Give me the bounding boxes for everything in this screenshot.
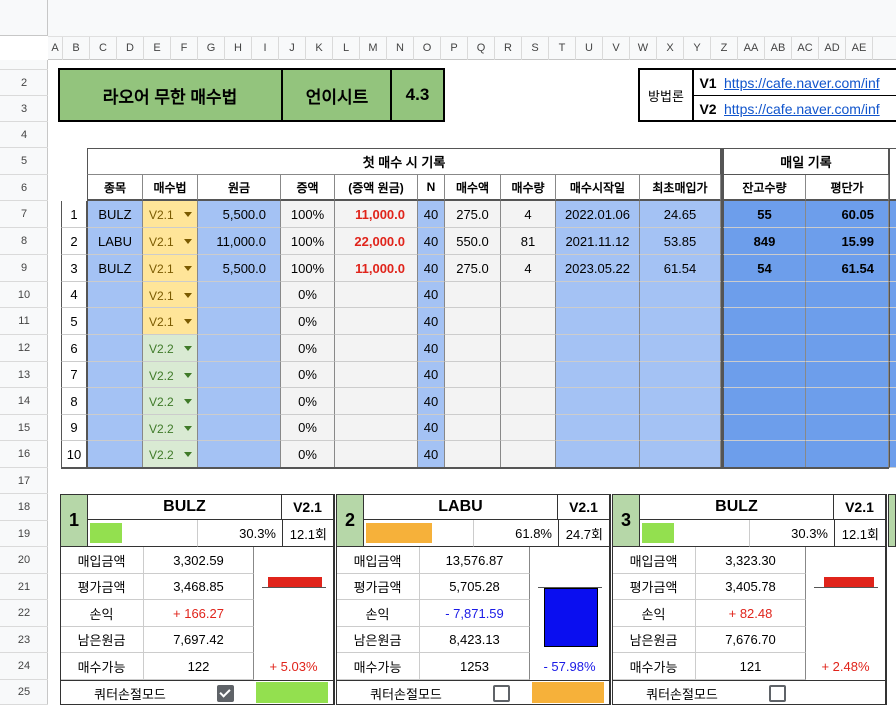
quarter-mode-indicator-cell — [254, 680, 334, 705]
value-remaining: 8,423.13 — [420, 627, 530, 653]
return-chart — [530, 547, 610, 653]
label-remaining: 남은원금 — [60, 627, 144, 653]
label-pnl: 손익 — [336, 600, 420, 627]
value-remaining: 7,697.42 — [144, 627, 254, 653]
value-buyable: 122 — [144, 653, 254, 680]
card-version: V2.1 — [558, 494, 610, 520]
value-buyable: 1253 — [420, 653, 530, 680]
quarter-mode-indicator-cell — [530, 680, 610, 705]
chart-bar — [824, 577, 874, 587]
summary-cards: 1 BULZ V2.1 30.3% 12.1회 매입금액 3,302.59 평가금액 3,468… — [0, 0, 896, 705]
quarter-mode-indicator-cell — [806, 680, 886, 705]
label-pnl: 손익 — [60, 600, 144, 627]
label-pnl: 손익 — [612, 600, 696, 627]
card-number: 2 — [336, 494, 364, 547]
progress-percent: 30.3% — [198, 520, 282, 547]
value-valuation: 3,405.78 — [696, 574, 806, 600]
return-percent: + 5.03% — [254, 653, 334, 680]
chart-bar — [544, 588, 598, 647]
quarter-mode-checkbox[interactable] — [493, 685, 510, 702]
progress-rounds: 12.1회 — [282, 520, 334, 547]
quarter-mode-cell — [200, 680, 254, 705]
progress-rounds: 12.1회 — [834, 520, 886, 547]
card-overflow — [888, 494, 896, 547]
card-ticker: BULZ — [88, 494, 282, 520]
chart-baseline — [262, 587, 326, 588]
label-purchase: 매입금액 — [612, 547, 696, 574]
card-version: V2.1 — [282, 494, 334, 520]
quarter-mode-label: 쿼터손절모드 — [336, 680, 476, 705]
return-percent: - 57.98% — [530, 653, 610, 680]
label-remaining: 남은원금 — [612, 627, 696, 653]
label-valuation: 평가금액 — [60, 574, 144, 600]
progress-bar-fill — [366, 523, 432, 543]
value-pnl: + 166.27 — [144, 600, 254, 627]
value-purchase: 13,576.87 — [420, 547, 530, 574]
progress-bar — [640, 520, 750, 547]
label-valuation: 평가금액 — [336, 574, 420, 600]
card-number: 3 — [612, 494, 640, 547]
card-number: 1 — [60, 494, 88, 547]
label-valuation: 평가금액 — [612, 574, 696, 600]
progress-bar-fill — [90, 523, 122, 543]
progress-bar — [88, 520, 198, 547]
card-ticker: LABU — [364, 494, 558, 520]
quarter-mode-cell — [476, 680, 530, 705]
card-version: V2.1 — [834, 494, 886, 520]
label-buyable: 매수가능 — [60, 653, 144, 680]
return-percent: + 2.48% — [806, 653, 886, 680]
quarter-mode-checkbox[interactable] — [217, 685, 234, 702]
quarter-mode-cell — [752, 680, 806, 705]
quarter-mode-label: 쿼터손절모드 — [612, 680, 752, 705]
label-purchase: 매입금액 — [336, 547, 420, 574]
value-purchase: 3,323.30 — [696, 547, 806, 574]
progress-rounds: 24.7회 — [558, 520, 610, 547]
chart-bar — [268, 577, 322, 587]
progress-percent: 61.8% — [474, 520, 558, 547]
checkmark-icon — [219, 686, 231, 698]
return-chart — [806, 547, 886, 653]
value-pnl: - 7,871.59 — [420, 600, 530, 627]
value-buyable: 121 — [696, 653, 806, 680]
label-remaining: 남은원금 — [336, 627, 420, 653]
quarter-mode-checkbox[interactable] — [769, 685, 786, 702]
progress-bar-fill — [642, 523, 674, 543]
progress-percent: 30.3% — [750, 520, 834, 547]
value-pnl: + 82.48 — [696, 600, 806, 627]
value-valuation: 3,468.85 — [144, 574, 254, 600]
value-purchase: 3,302.59 — [144, 547, 254, 574]
label-purchase: 매입금액 — [60, 547, 144, 574]
chart-baseline — [814, 587, 878, 588]
label-buyable: 매수가능 — [336, 653, 420, 680]
value-remaining: 7,676.70 — [696, 627, 806, 653]
label-buyable: 매수가능 — [612, 653, 696, 680]
value-valuation: 5,705.28 — [420, 574, 530, 600]
quarter-mode-label: 쿼터손절모드 — [60, 680, 200, 705]
card-ticker: BULZ — [640, 494, 834, 520]
return-chart — [254, 547, 334, 653]
progress-bar — [364, 520, 474, 547]
